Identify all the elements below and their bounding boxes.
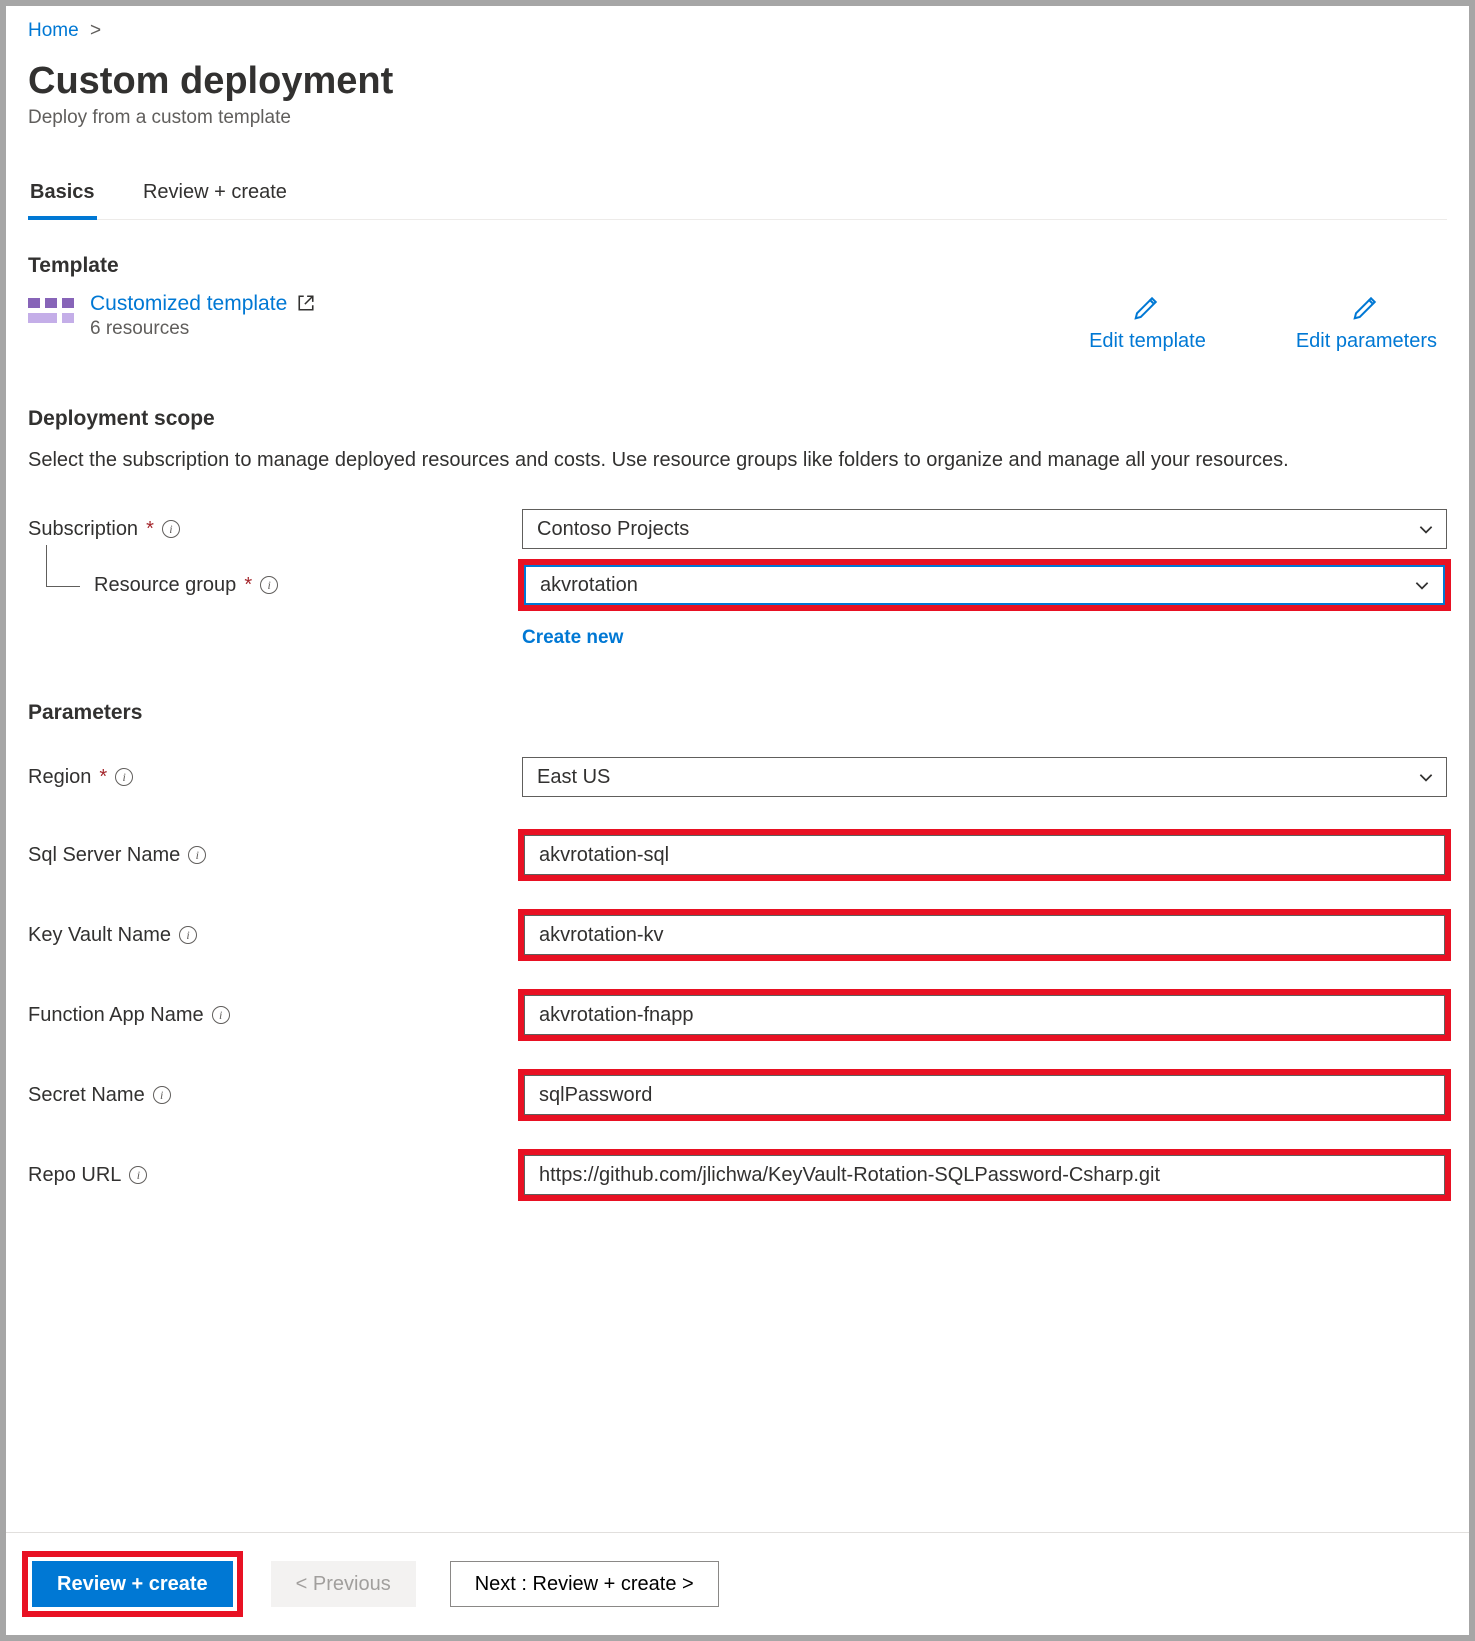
resource-group-label: Resource group* i <box>94 574 522 597</box>
resource-group-select[interactable] <box>524 565 1445 605</box>
customized-template-link[interactable]: Customized template <box>90 292 315 315</box>
create-new-link[interactable]: Create new <box>522 627 623 649</box>
tree-branch-icon <box>46 545 80 587</box>
section-template-header: Template <box>28 254 1447 278</box>
info-icon[interactable]: i <box>179 926 197 944</box>
info-icon[interactable]: i <box>188 846 206 864</box>
key-vault-name-label: Key Vault Name i <box>28 924 522 947</box>
function-app-name-label: Function App Name i <box>28 1004 522 1027</box>
template-icon <box>28 298 74 336</box>
repo-url-label: Repo URL i <box>28 1164 522 1187</box>
tab-basics[interactable]: Basics <box>28 171 97 220</box>
secret-name-label: Secret Name i <box>28 1084 522 1107</box>
page-title: Custom deployment <box>28 60 1447 103</box>
info-icon[interactable]: i <box>212 1006 230 1024</box>
breadcrumb-home[interactable]: Home <box>28 20 79 41</box>
footer: Review + create < Previous Next : Review… <box>6 1532 1469 1635</box>
info-icon[interactable]: i <box>260 576 278 594</box>
section-parameters-header: Parameters <box>28 701 1447 725</box>
chevron-right-icon: > <box>90 20 101 41</box>
scope-description: Select the subscription to manage deploy… <box>28 445 1348 475</box>
info-icon[interactable]: i <box>153 1086 171 1104</box>
secret-name-input[interactable] <box>524 1075 1445 1115</box>
subscription-select[interactable] <box>522 509 1447 549</box>
subscription-label: Subscription* i <box>28 518 522 541</box>
review-create-button[interactable]: Review + create <box>32 1561 233 1607</box>
section-scope-header: Deployment scope <box>28 407 1447 431</box>
pencil-icon <box>1351 292 1381 322</box>
info-icon[interactable]: i <box>162 520 180 538</box>
breadcrumb: Home > <box>28 20 1447 42</box>
next-button[interactable]: Next : Review + create > <box>450 1561 719 1607</box>
function-app-name-input[interactable] <box>524 995 1445 1035</box>
page-subtitle: Deploy from a custom template <box>28 107 1447 129</box>
sql-server-name-label: Sql Server Name i <box>28 844 522 867</box>
pencil-icon <box>1132 292 1162 322</box>
sql-server-name-input[interactable] <box>524 835 1445 875</box>
tabs: Basics Review + create <box>28 171 1447 220</box>
region-select[interactable] <box>522 757 1447 797</box>
tab-review-create[interactable]: Review + create <box>141 171 289 216</box>
external-link-icon <box>297 294 315 312</box>
region-label: Region* i <box>28 766 522 789</box>
edit-template-button[interactable]: Edit template <box>1089 292 1206 353</box>
info-icon[interactable]: i <box>129 1166 147 1184</box>
previous-button: < Previous <box>271 1561 416 1607</box>
info-icon[interactable]: i <box>115 768 133 786</box>
resource-count: 6 resources <box>90 318 315 340</box>
repo-url-input[interactable] <box>524 1155 1445 1195</box>
key-vault-name-input[interactable] <box>524 915 1445 955</box>
edit-parameters-button[interactable]: Edit parameters <box>1296 292 1437 353</box>
